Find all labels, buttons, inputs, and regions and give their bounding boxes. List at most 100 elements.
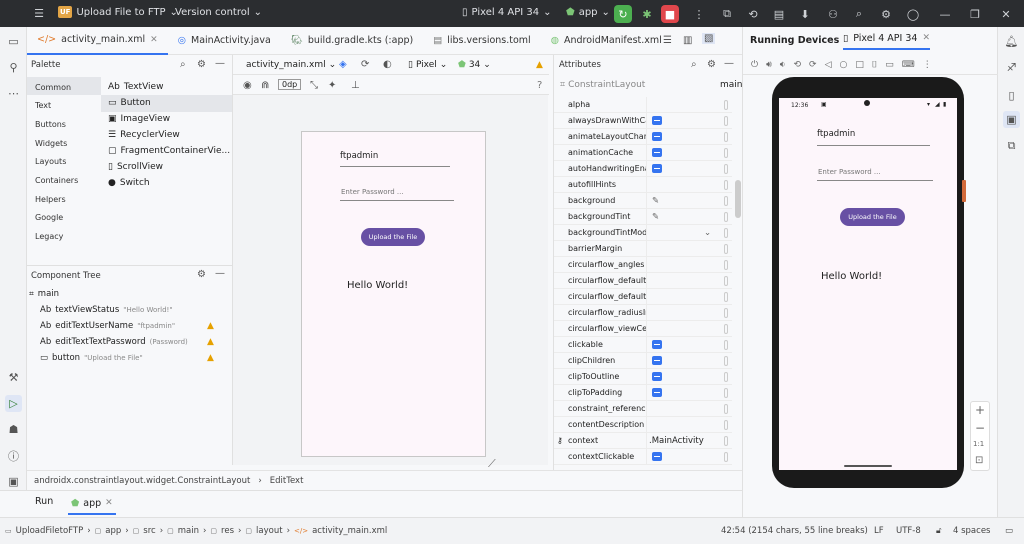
attribute-row[interactable]: barrierMargin — [554, 240, 732, 257]
sync-icon[interactable]: ⟲ — [744, 5, 762, 23]
category-common[interactable]: Common — [35, 83, 71, 92]
search-icon[interactable]: ⌕ — [850, 5, 868, 23]
palette-item-fragmentcontainer[interactable]: ▢ FragmentContainerVie... — [108, 146, 230, 156]
app-username-field[interactable]: ftpadmin — [817, 129, 855, 139]
category-buttons[interactable]: Buttons — [35, 120, 66, 129]
palette-item-switch[interactable]: ● Switch — [108, 178, 150, 188]
lock-icon[interactable]: 🔓︎ — [936, 526, 942, 536]
attribute-row[interactable]: contextClickable — [554, 448, 732, 465]
gear-icon[interactable]: ⚙ — [707, 59, 716, 70]
attribute-row[interactable]: circularflow_viewCen... — [554, 320, 732, 337]
attribute-value[interactable]: ✎ — [646, 192, 732, 209]
category-google[interactable]: Google — [35, 213, 63, 222]
zoom-actual-button[interactable]: 1:1 — [973, 440, 984, 448]
attribute-row[interactable]: circularflow_defaultR... — [554, 288, 732, 305]
attribute-value[interactable] — [646, 160, 732, 177]
attribute-value[interactable] — [646, 320, 732, 337]
attribute-value[interactable] — [646, 368, 732, 385]
attribute-edit-handle[interactable] — [724, 372, 728, 382]
orientation-icon[interactable]: ⟳ — [361, 59, 369, 70]
attribute-edit-handle[interactable] — [724, 132, 728, 142]
status-path-item[interactable]: UploadFiletoFTP — [16, 526, 84, 536]
folder-icon[interactable]: ▭ — [5, 33, 22, 50]
settings-icon[interactable]: ⚙ — [877, 5, 895, 23]
close-icon[interactable]: ✕ — [105, 498, 113, 508]
attribute-edit-handle[interactable] — [724, 260, 728, 270]
gradle-tool-icon[interactable]: ♐︎ — [1003, 59, 1020, 76]
palette-item-button[interactable]: ▭ Button — [108, 98, 151, 108]
indent-setting[interactable]: 4 spaces — [953, 526, 990, 536]
help-icon[interactable]: ? — [537, 80, 542, 91]
attribute-row[interactable]: constraint_reference... — [554, 400, 732, 417]
maximize-icon[interactable]: ❐ — [966, 5, 984, 23]
attribute-row[interactable]: circularflow_defaultA... — [554, 272, 732, 289]
category-helpers[interactable]: Helpers — [35, 195, 66, 204]
attribute-value[interactable] — [646, 352, 732, 369]
resize-handle-icon[interactable]: ⟋ — [488, 457, 496, 471]
record-icon[interactable]: ▭ — [885, 60, 894, 70]
rotate-left-icon[interactable]: ⟲ — [793, 60, 801, 70]
breadcrumb-item[interactable]: EditText — [270, 476, 304, 486]
run-config-tab[interactable]: ⬟ app ✕ — [68, 493, 116, 515]
tree-item-edittextpassword[interactable]: Ab editTextTextPassword (Password) — [40, 337, 188, 347]
debug-icon[interactable]: ✱ — [638, 5, 656, 23]
close-icon[interactable]: ✕ — [150, 35, 158, 45]
gear-icon[interactable]: ⚙ — [197, 269, 206, 280]
attribute-value[interactable] — [646, 416, 732, 433]
attribute-edit-handle[interactable] — [724, 196, 728, 206]
screenshot-icon[interactable]: ⌷ — [872, 60, 877, 70]
logcat-icon[interactable]: ☗ — [5, 421, 22, 438]
tree-root[interactable]: ⌗ main — [29, 289, 59, 299]
indeterminate-checkbox-icon[interactable] — [652, 116, 662, 125]
device-file-icon[interactable]: ▯ — [1003, 87, 1020, 104]
scrollbar[interactable] — [735, 180, 741, 218]
attribute-edit-handle[interactable] — [724, 436, 728, 446]
stop-icon[interactable]: ■ — [661, 5, 679, 23]
category-containers[interactable]: Containers — [35, 176, 78, 185]
attribute-row[interactable]: alpha — [554, 97, 732, 113]
palette-item-textview[interactable]: Ab TextView — [108, 82, 163, 92]
attribute-value[interactable] — [646, 240, 732, 257]
attribute-value[interactable] — [646, 336, 732, 353]
cursor-position[interactable]: 42:54 (2154 chars, 55 line breaks) — [721, 526, 868, 536]
warning-icon[interactable]: ▲ — [207, 353, 214, 363]
palette-item-scrollview[interactable]: ▯ ScrollView — [108, 162, 163, 172]
attribute-value[interactable]: ⌄ — [646, 224, 732, 241]
app-status-text[interactable]: Hello World! — [821, 271, 882, 282]
rotate-right-icon[interactable]: ⟳ — [809, 60, 817, 70]
device-tab[interactable]: ▯ Pixel 4 API 34 ✕ — [843, 33, 930, 50]
line-separator[interactable]: LF — [874, 526, 884, 536]
gesture-bar[interactable] — [844, 465, 892, 467]
night-mode-icon[interactable]: ◐ — [383, 59, 392, 70]
magnet-icon[interactable]: ⋒ — [261, 80, 269, 91]
close-icon[interactable]: ✕ — [997, 5, 1015, 23]
attribute-value[interactable] — [646, 144, 732, 161]
sdk-manager-icon[interactable]: ⬇ — [796, 5, 814, 23]
attribute-value[interactable] — [646, 288, 732, 305]
run-config-selector[interactable]: ⬟ app ⌄ — [566, 7, 610, 18]
device-selector[interactable]: ▯ Pixel 4 API 34 ⌄ — [462, 7, 551, 18]
layout-inspector-icon[interactable]: ▤ — [770, 5, 788, 23]
file-selector[interactable]: activity_main.xml ⌄ — [246, 60, 336, 70]
tab-build-gradle[interactable]: 🐘︎ build.gradle.kts (:app) — [281, 27, 423, 55]
code-view-icon[interactable]: ☰ — [663, 35, 672, 46]
username-field[interactable]: ftpadmin — [340, 151, 450, 166]
tree-item-edittextusername[interactable]: Ab editTextUserName "ftpadmin" — [40, 321, 175, 331]
indeterminate-checkbox-icon[interactable] — [652, 340, 662, 349]
clear-constraints-icon[interactable]: ⤡ — [310, 80, 318, 91]
project-selector[interactable]: UF Upload File to FTP ⌄ — [58, 6, 178, 18]
warning-icon[interactable]: ▲ — [536, 60, 543, 70]
attribute-edit-handle[interactable] — [724, 276, 728, 286]
attribute-edit-handle[interactable] — [724, 212, 728, 222]
align-icon[interactable]: ⊥ — [351, 80, 360, 91]
attribute-edit-handle[interactable] — [724, 244, 728, 254]
hamburger-menu-icon[interactable]: ☰ — [30, 4, 48, 22]
resource-picker-icon[interactable]: ✎ — [652, 212, 659, 222]
warning-icon[interactable]: ▲ — [207, 337, 214, 347]
attribute-row[interactable]: animateLayoutChan... — [554, 128, 732, 145]
structure-icon[interactable]: ⚲ — [5, 59, 22, 76]
indeterminate-checkbox-icon[interactable] — [652, 148, 662, 157]
attribute-row[interactable]: background ✎ — [554, 192, 732, 209]
search-icon[interactable]: ⌕ — [180, 59, 186, 70]
attribute-row[interactable]: animationCache — [554, 144, 732, 161]
